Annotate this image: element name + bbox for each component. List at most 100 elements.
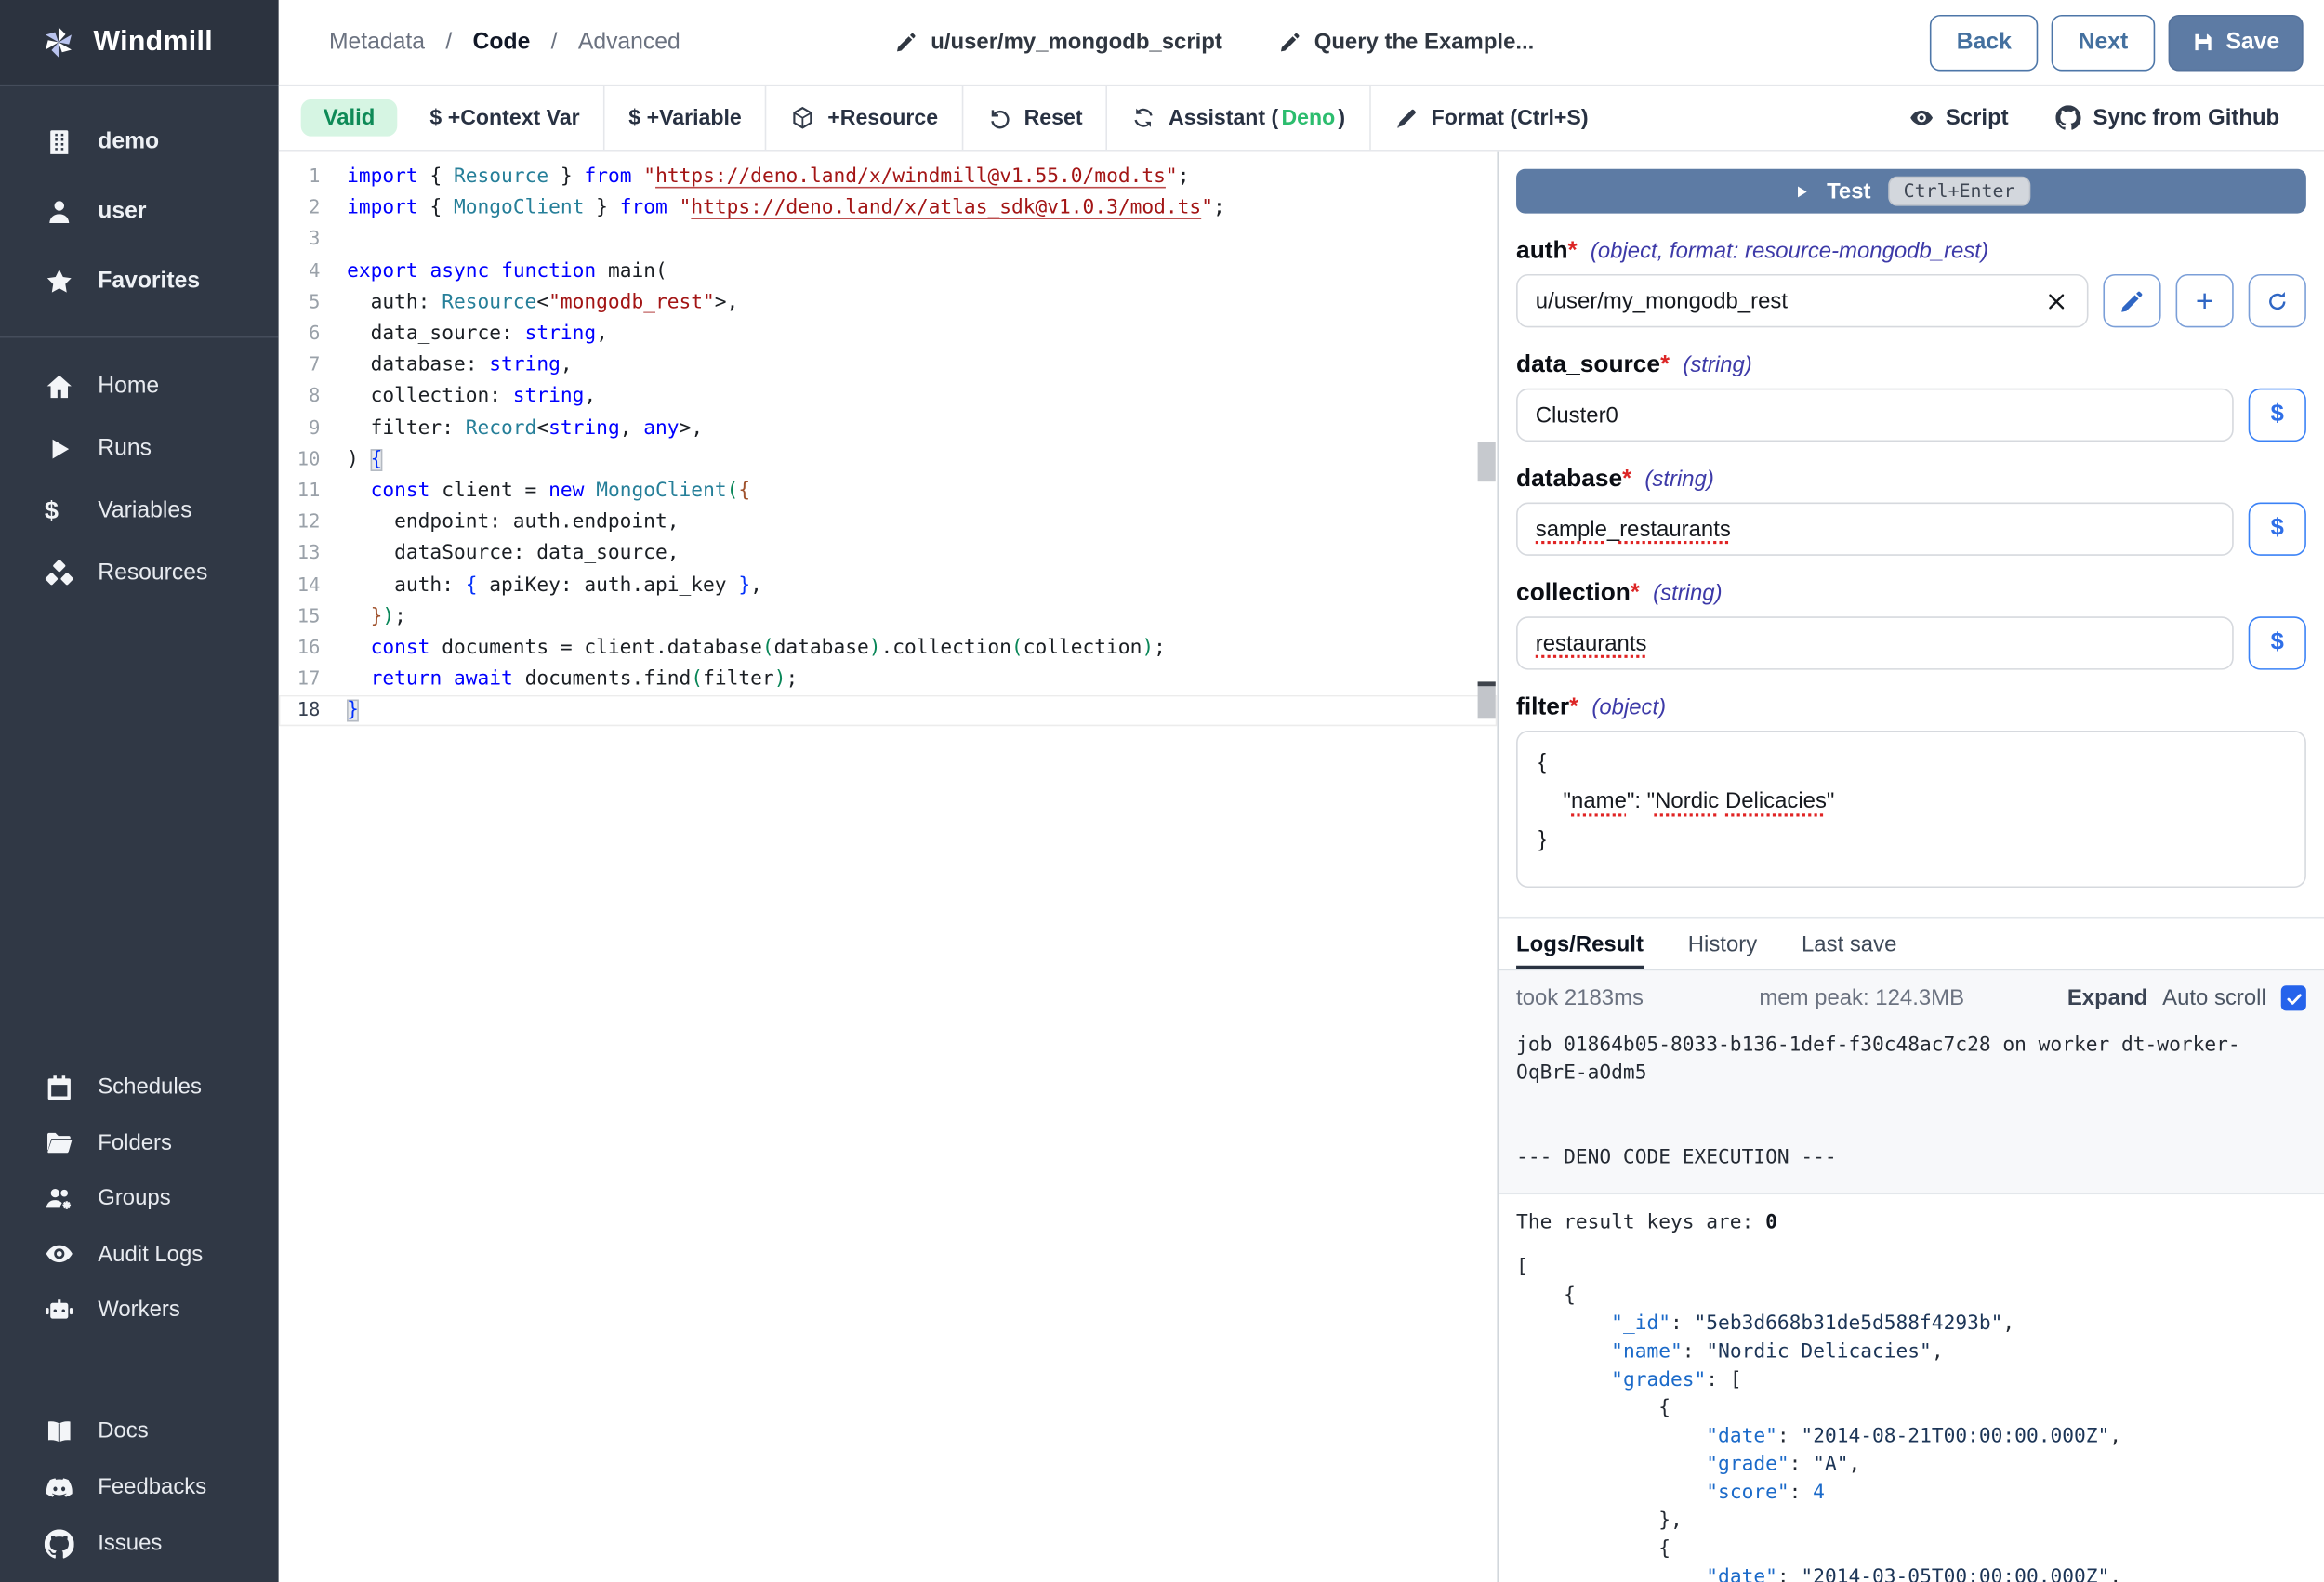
required-asterisk: * — [1569, 695, 1578, 722]
sidebar-item-feedbacks[interactable]: Feedbacks — [0, 1459, 279, 1516]
next-button[interactable]: Next — [2052, 14, 2155, 71]
back-button[interactable]: Back — [1930, 14, 2038, 71]
breadcrumb-advanced[interactable]: Advanced — [578, 29, 680, 56]
code-line[interactable]: 12 endpoint: auth.endpoint, — [279, 507, 1498, 538]
field-name: data_source — [1516, 351, 1660, 379]
save-button[interactable]: Save — [2168, 14, 2303, 71]
sidebar-item-user[interactable]: user — [0, 177, 279, 246]
line-number: 16 — [279, 637, 321, 659]
breadcrumb-metadata[interactable]: Metadata — [329, 29, 425, 56]
github-icon — [2056, 105, 2081, 130]
tab-logs-result[interactable]: Logs/Result — [1516, 919, 1644, 969]
logs-section: took 2183ms mem peak: 124.3MB Expand Aut… — [1499, 970, 2324, 1193]
code-line[interactable]: 7 database: string, — [279, 349, 1498, 381]
script-path-edit[interactable]: u/user/my_mongodb_script — [895, 30, 1222, 55]
json-line: "grades": [ — [1516, 1366, 2306, 1394]
filter-json-editor[interactable]: { "name": "Nordic Delicacies"} — [1516, 731, 2306, 888]
code-editor[interactable]: 1import { Resource } from "https://deno.… — [279, 152, 1498, 1582]
line-number: 5 — [279, 292, 321, 314]
json-line: { — [1516, 1536, 2306, 1563]
json-line: }, — [1516, 1507, 2306, 1535]
eye-icon — [1908, 105, 1934, 130]
toolbar-add-variable-button[interactable]: $ +Variable — [605, 86, 765, 150]
code-line[interactable]: 4export async function main( — [279, 256, 1498, 287]
add-resource-button[interactable]: + — [2176, 274, 2234, 327]
code-line[interactable]: 2import { MongoClient } from "https://de… — [279, 193, 1498, 225]
data-source-input[interactable]: Cluster0 — [1516, 389, 2234, 442]
sidebar-item-workers[interactable]: Workers — [0, 1282, 279, 1338]
sidebar-item-favorites[interactable]: Favorites — [0, 246, 279, 316]
toolbar-reset-button[interactable]: Reset — [963, 86, 1106, 150]
script-summary-edit[interactable]: Query the Example... — [1278, 30, 1534, 55]
groups-icon — [45, 1184, 74, 1214]
clear-icon[interactable] — [2044, 288, 2069, 313]
json-line: { — [1516, 1394, 2306, 1422]
sidebar-item-demo[interactable]: demo — [0, 107, 279, 177]
toolbar-format-button[interactable]: Format (Ctrl+S) — [1370, 86, 1612, 150]
tab-last-save[interactable]: Last save — [1802, 919, 1896, 969]
code-line[interactable]: 15 }); — [279, 601, 1498, 633]
sidebar-item-groups[interactable]: Groups — [0, 1171, 279, 1227]
sidebar-footer-group: DocsFeedbacksIssues — [0, 1403, 279, 1572]
editor-overview-marker — [1478, 681, 1496, 718]
test-button[interactable]: Test Ctrl+Enter — [1516, 169, 2306, 214]
code-line[interactable]: 9 filter: Record<string, any>, — [279, 413, 1498, 444]
code-line[interactable]: 18} — [279, 695, 1498, 727]
code-line[interactable]: 14 auth: { apiKey: auth.api_key }, — [279, 570, 1498, 601]
sidebar-logo[interactable]: Windmill — [0, 0, 279, 86]
database-dynamic-button[interactable]: $ — [2249, 502, 2306, 555]
code-line[interactable]: 3 — [279, 224, 1498, 256]
autoscroll-checkbox[interactable] — [2281, 985, 2306, 1010]
code-line[interactable]: 13 dataSource: data_source, — [279, 538, 1498, 570]
code-line[interactable]: 8 collection: string, — [279, 381, 1498, 413]
code-line[interactable]: 5 auth: Resource<"mongodb_rest">, — [279, 287, 1498, 319]
line-number: 9 — [279, 417, 321, 440]
data-source-dynamic-button[interactable]: $ — [2249, 389, 2306, 442]
toolbar-add-context-var-button[interactable]: $ +Context Var — [406, 86, 603, 150]
sidebar-item-issues[interactable]: Issues — [0, 1515, 279, 1572]
line-number: 11 — [279, 481, 321, 503]
sidebar-item-folders[interactable]: Folders — [0, 1115, 279, 1171]
line-number: 2 — [279, 198, 321, 220]
expand-button[interactable]: Expand — [2067, 985, 2147, 1010]
edit-resource-button[interactable] — [2103, 274, 2160, 327]
line-content: database: string, — [347, 354, 573, 376]
auth-resource-input[interactable]: u/user/my_mongodb_rest — [1516, 274, 2088, 327]
refresh-resource-button[interactable] — [2249, 274, 2306, 327]
sidebar-item-label: Variables — [98, 498, 191, 525]
breadcrumb-code[interactable]: Code — [473, 29, 531, 56]
save-label: Save — [2225, 29, 2279, 56]
code-line[interactable]: 17 return await documents.find(filter); — [279, 664, 1498, 695]
collection-dynamic-button[interactable]: $ — [2249, 616, 2306, 669]
line-content: collection: string, — [347, 386, 596, 408]
sidebar-item-resources[interactable]: Resources — [0, 543, 279, 605]
field-type-hint: (object, format: resource-mongodb_rest) — [1591, 239, 1988, 264]
collection-input[interactable]: restaurants — [1516, 616, 2234, 669]
database-input[interactable]: sample_restaurants — [1516, 502, 2234, 555]
sidebar-item-docs[interactable]: Docs — [0, 1403, 279, 1459]
code-line[interactable]: 11 const client = new MongoClient({ — [279, 476, 1498, 508]
toolbar-assistant-button[interactable]: Assistant (Deno) — [1108, 86, 1369, 150]
sidebar-item-label: Groups — [98, 1186, 170, 1211]
toolbar-script-view-button[interactable]: Script — [1884, 105, 2032, 130]
sidebar-item-variables[interactable]: $Variables — [0, 481, 279, 543]
pen-icon — [1394, 105, 1419, 130]
code-line[interactable]: 16 const documents = client.database(dat… — [279, 633, 1498, 665]
code-line[interactable]: 1import { Resource } from "https://deno.… — [279, 162, 1498, 193]
sidebar-item-audit-logs[interactable]: Audit Logs — [0, 1226, 279, 1282]
editor-scrollbar-thumb[interactable] — [1478, 442, 1496, 481]
editor-scrollbar[interactable] — [1476, 152, 1497, 1582]
json-line: "name": "Nordic Delicacies" — [1538, 783, 2284, 821]
code-line[interactable]: 10) { — [279, 444, 1498, 476]
toolbar-sync-from-github-button[interactable]: Sync from Github — [2032, 105, 2304, 130]
sidebar-item-schedules[interactable]: Schedules — [0, 1060, 279, 1115]
tab-history[interactable]: History — [1688, 919, 1757, 969]
book-icon — [45, 1416, 74, 1445]
sidebar-item-home[interactable]: Home — [0, 356, 279, 418]
breadcrumb-separator: / — [445, 29, 452, 56]
script-path: u/user/my_mongodb_script — [931, 30, 1222, 55]
toolbar-add-resource-button[interactable]: +Resource — [767, 86, 962, 150]
code-line[interactable]: 6 data_source: string, — [279, 319, 1498, 350]
line-number: 17 — [279, 668, 321, 691]
sidebar-item-runs[interactable]: Runs — [0, 418, 279, 481]
